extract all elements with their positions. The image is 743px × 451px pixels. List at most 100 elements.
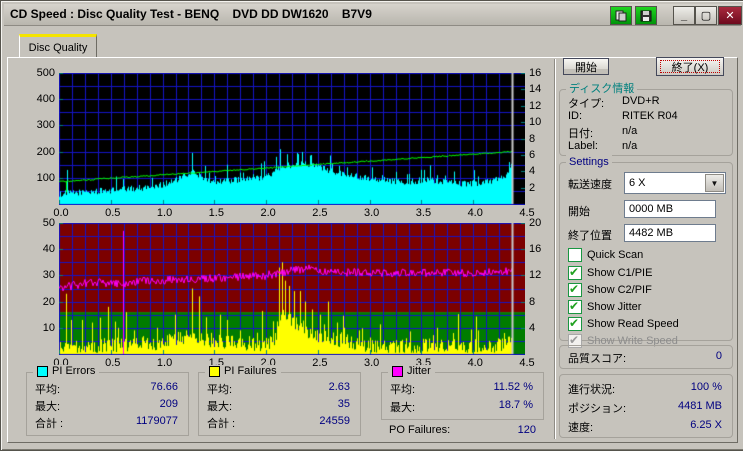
checkbox-box[interactable] — [568, 282, 582, 297]
checkbox-show-jitter[interactable]: Show Jitter — [568, 299, 641, 314]
copy-icon — [615, 10, 627, 21]
tab-disc-quality[interactable]: Disc Quality — [19, 34, 97, 58]
disc-date-value: n/a — [622, 125, 638, 137]
total-label: 合計 : — [207, 418, 236, 430]
left-axis-tick: 300 — [36, 119, 55, 132]
total-value: 1179077 — [135, 415, 178, 427]
max-label: 最大: — [35, 401, 61, 413]
x-axis-tick: 0.5 — [105, 357, 121, 369]
disc-id-value: RITEK R04 — [622, 110, 678, 122]
quality-score-label: 品質スコア: — [568, 353, 627, 365]
pi-errors-title: PI Errors — [52, 365, 96, 377]
end-pos-label: 終了位置 — [568, 230, 612, 242]
minimize-button[interactable]: _ — [673, 6, 695, 25]
x-axis-tick: 4.5 — [519, 357, 535, 369]
right-axis-tick: 20 — [529, 217, 542, 229]
max-label: 最大: — [390, 402, 416, 414]
position-value: 4481 MB — [677, 400, 722, 412]
x-axis-tick: 2.5 — [312, 207, 328, 219]
exit-button[interactable]: 終了(X) — [656, 57, 724, 76]
left-axis-tick: 50 — [42, 217, 55, 229]
end-pos-field[interactable]: 4482 MB — [624, 224, 716, 242]
left-axis-tick: 200 — [36, 145, 55, 158]
position-label: ポジション: — [568, 403, 627, 415]
right-axis-tick: 8 — [529, 132, 536, 145]
checkbox-box[interactable] — [568, 265, 582, 280]
checkbox-box[interactable] — [568, 299, 582, 314]
close-button[interactable]: ✕ — [718, 6, 742, 25]
disc-label-label: Label: — [568, 140, 598, 152]
pi-failures-title: PI Failures — [224, 365, 277, 377]
maximize-button[interactable]: ▢ — [695, 6, 717, 25]
pi-failures-panel: PI Failures 平均: 2.63 最大: 35 合計 : 24559 — [198, 365, 361, 436]
avg-value: 11.52 % — [493, 381, 533, 393]
right-axis-tick: 8 — [529, 295, 536, 308]
right-axis-tick: 10 — [529, 116, 542, 129]
avg-value: 2.63 — [328, 381, 350, 393]
x-axis-tick: 4.0 — [467, 357, 483, 369]
x-axis-tick: 1.0 — [156, 357, 173, 369]
right-axis-tick: 14 — [529, 83, 542, 96]
x-axis-tick: 4.0 — [467, 207, 483, 219]
left-axis-tick: 20 — [42, 295, 55, 308]
settings-title: Settings — [566, 155, 612, 169]
start-pos-field[interactable]: 0000 MB — [624, 200, 716, 218]
app-window: CD Speed : Disc Quality Test - BENQ DVD … — [0, 0, 743, 451]
checkbox-show-c1-pie[interactable]: Show C1/PIE — [568, 265, 652, 280]
jitter-swatch — [392, 365, 403, 377]
right-axis-tick: 16 — [529, 67, 542, 79]
progress-group: 進行状況: 100 % ポジション: 4481 MB 速度: 6.25 X — [559, 374, 733, 438]
speed-combobox[interactable]: 6 X ▼ — [624, 172, 726, 194]
checkbox-box[interactable] — [568, 247, 582, 262]
title-bar[interactable]: CD Speed : Disc Quality Test - BENQ DVD … — [4, 4, 742, 26]
avg-value: 76.66 — [150, 381, 178, 393]
start-pos-value: 0000 MB — [629, 203, 674, 215]
disc-type-value: DVD+R — [622, 95, 660, 107]
pi-errors-chart — [59, 73, 525, 205]
x-axis-tick: 3.5 — [415, 207, 432, 219]
disc-info-title: ディスク情報 — [566, 82, 638, 96]
max-value: 18.7 % — [498, 399, 533, 411]
checkbox-show-read-speed[interactable]: Show Read Speed — [568, 316, 679, 331]
speed-status-value: 6.25 X — [690, 419, 722, 431]
left-axis-tick: 10 — [42, 321, 55, 334]
start-pos-label: 開始 — [568, 206, 590, 218]
checkbox-quick-scan[interactable]: Quick Scan — [568, 247, 643, 262]
total-label: 合計 : — [35, 418, 64, 430]
pi-errors-swatch — [37, 365, 48, 377]
speed-status-label: 速度: — [568, 422, 594, 434]
checkbox-label: Show C2/PIF — [587, 283, 652, 296]
progress-value: 100 % — [690, 381, 722, 393]
right-axis-tick: 6 — [529, 148, 536, 161]
start-button[interactable]: 開始 — [563, 58, 609, 75]
right-axis-tick: 4 — [529, 165, 536, 178]
quality-score-group: 品質スコア: 0 — [559, 345, 733, 369]
copy-button[interactable] — [610, 6, 632, 25]
total-value: 24559 — [319, 415, 350, 427]
disc-label-value: n/a — [622, 140, 638, 152]
max-label: 最大: — [207, 401, 233, 413]
jitter-panel: Jitter 平均: 11.52 % 最大: 18.7 % — [381, 365, 544, 420]
max-value: 35 — [337, 398, 350, 410]
save-icon — [640, 10, 652, 21]
checkbox-show-c2-pif[interactable]: Show C2/PIF — [568, 282, 652, 297]
avg-label: 平均: — [35, 384, 61, 396]
checkbox-label: Show Read Speed — [587, 317, 679, 330]
speed-label: 転送速度 — [568, 179, 612, 191]
pi-failures-jitter-chart — [59, 223, 525, 355]
disc-date-label: 日付: — [568, 128, 594, 140]
left-axis-tick: 100 — [36, 171, 55, 184]
right-axis-tick: 16 — [529, 243, 542, 256]
left-axis-tick: 500 — [36, 67, 55, 79]
checkbox-label: Show C1/PIE — [587, 266, 653, 279]
chevron-down-icon[interactable]: ▼ — [705, 174, 724, 192]
x-axis-tick: 2.0 — [260, 207, 276, 219]
settings-group: Settings 転送速度 6 X ▼ 開始 0000 MB 終了位置 4482… — [559, 155, 733, 348]
save-button[interactable] — [635, 6, 657, 25]
checkbox-box[interactable] — [568, 316, 582, 331]
left-axis-tick: 40 — [42, 243, 55, 256]
left-axis-tick: 400 — [36, 93, 55, 106]
disc-type-label: タイプ: — [568, 98, 605, 110]
x-axis-tick: 0.5 — [105, 207, 121, 219]
avg-label: 平均: — [207, 384, 233, 396]
